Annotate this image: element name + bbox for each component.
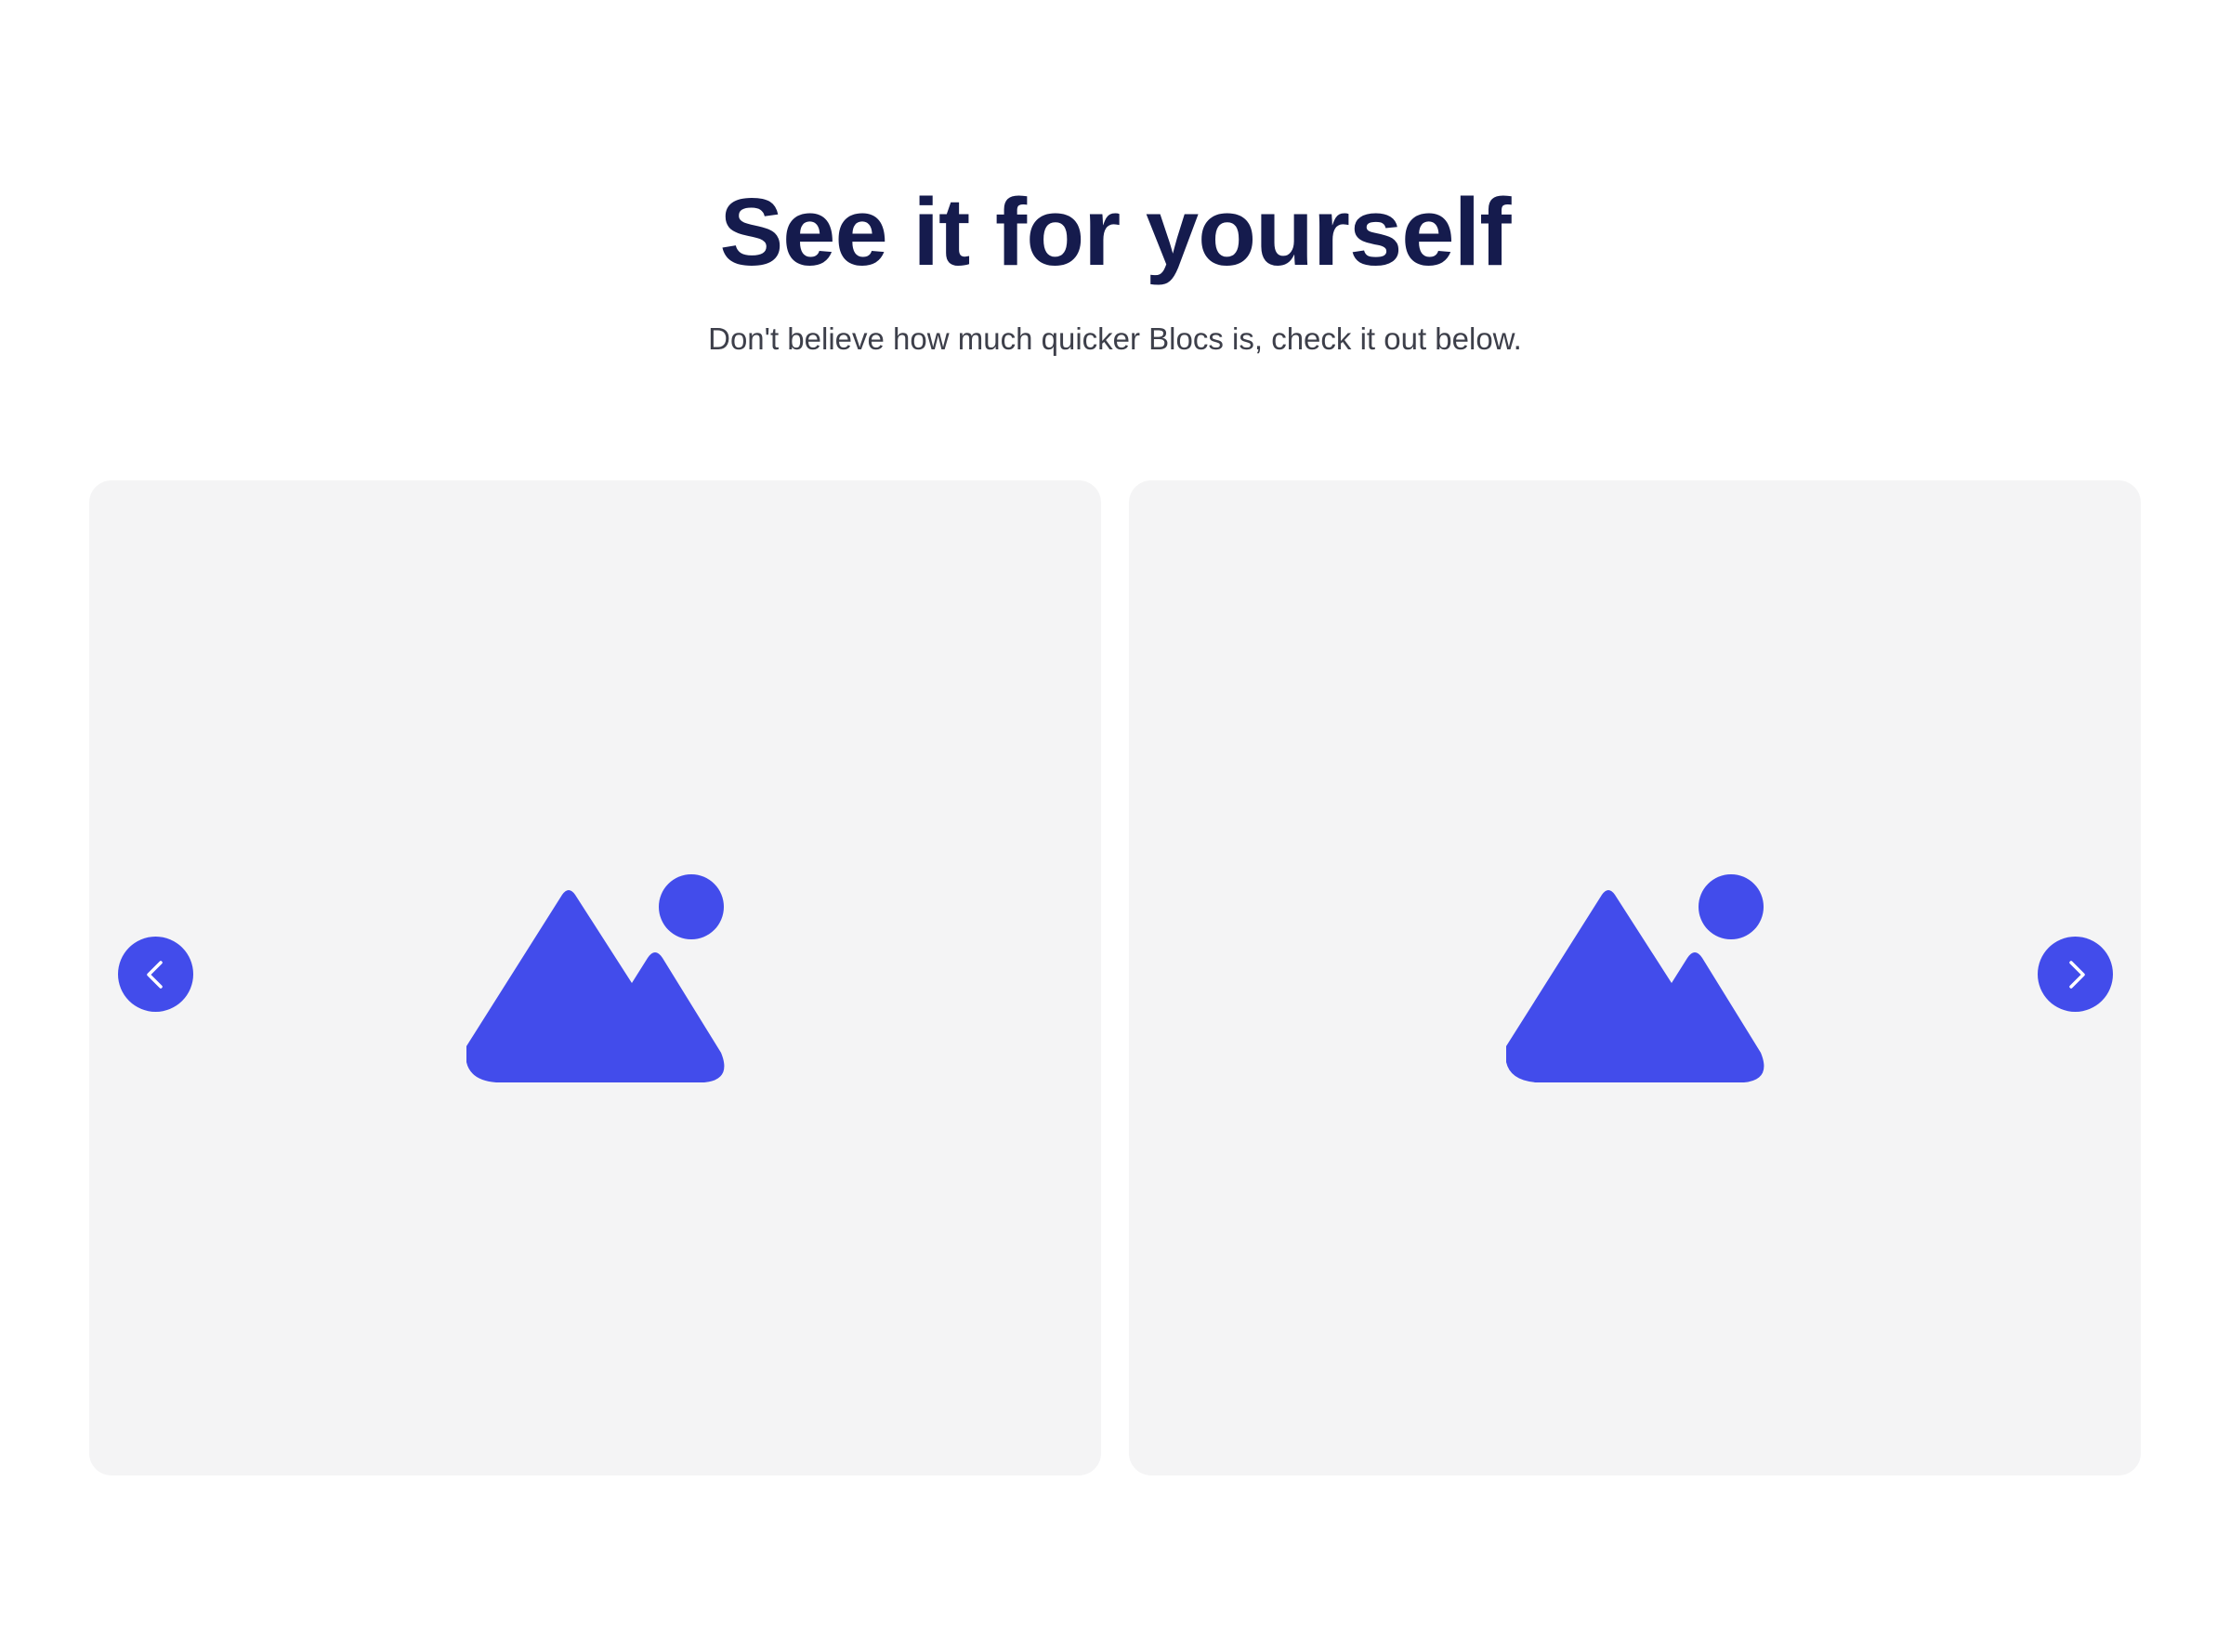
carousel-slide[interactable] (89, 480, 1101, 1475)
carousel-slide[interactable] (1129, 480, 2141, 1475)
chevron-right-icon (2068, 960, 2085, 989)
showcase-section: See it for yourself Don't believe how mu… (0, 0, 2230, 1652)
section-subtitle: Don't believe how much quicker Blocs is,… (708, 321, 1522, 356)
carousel-next-button[interactable] (2038, 937, 2113, 1012)
section-title: See it for yourself (719, 178, 1511, 285)
image-placeholder-icon (466, 874, 725, 1082)
chevron-left-icon (146, 960, 163, 989)
carousel-prev-button[interactable] (118, 937, 193, 1012)
image-carousel (89, 480, 2141, 1475)
image-placeholder-icon (1506, 874, 1764, 1082)
